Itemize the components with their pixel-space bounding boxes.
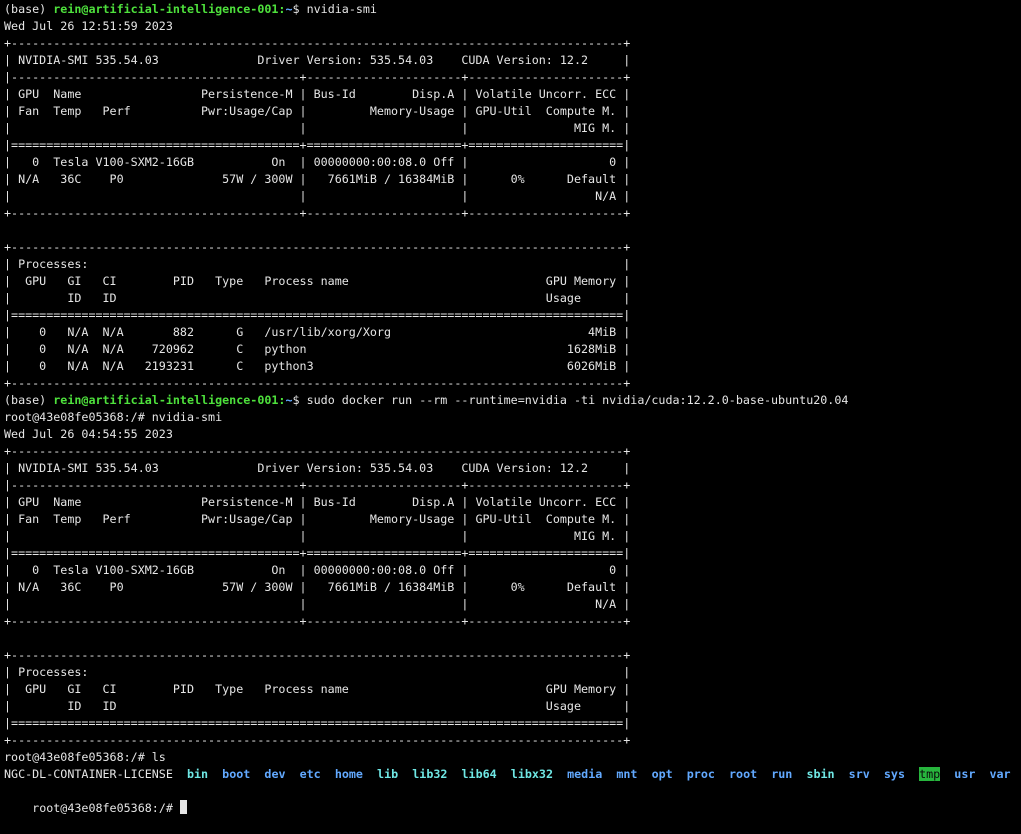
terminal-window[interactable]: (base) rein@artificial-intelligence-001:… <box>0 0 1021 815</box>
ls-entry: home <box>334 767 363 781</box>
ls-entry: opt <box>651 767 673 781</box>
terminal-line: +---------------------------------------… <box>4 444 631 458</box>
terminal-line: | | | MIG M. | <box>4 121 631 135</box>
terminal-line: root@43e08fe05368:/# nvidia-smi <box>4 410 223 424</box>
terminal-line: Wed Jul 26 04:54:55 2023 <box>4 427 173 441</box>
ls-entry: sys <box>883 767 905 781</box>
terminal-line: | GPU Name Persistence-M | Bus-Id Disp.A… <box>4 87 631 101</box>
terminal-output: (base) rein@artificial-intelligence-001:… <box>0 1 1021 766</box>
terminal-line: | GPU GI CI PID Type Process name GPU Me… <box>4 682 631 696</box>
terminal-line: | NVIDIA-SMI 535.54.03 Driver Version: 5… <box>4 461 631 475</box>
terminal-line: | Fan Temp Perf Pwr:Usage/Cap | Memory-U… <box>4 512 631 526</box>
ls-entry: run <box>771 767 793 781</box>
terminal-line: | Processes: | <box>4 665 631 679</box>
ls-output: NGC-DL-CONTAINER-LICENSE bin boot dev et… <box>0 766 1021 783</box>
terminal-line: | 0 Tesla V100-SXM2-16GB On | 00000000:0… <box>4 155 631 169</box>
terminal-line: | Processes: | <box>4 257 631 271</box>
ls-entry: srv <box>848 767 870 781</box>
ls-entry: libx32 <box>510 767 554 781</box>
terminal-line: |=======================================… <box>4 716 631 730</box>
terminal-line: +---------------------------------------… <box>4 240 631 254</box>
terminal-prompt-line[interactable]: root@43e08fe05368:/# <box>0 783 1021 815</box>
terminal-line: | NVIDIA-SMI 535.54.03 Driver Version: 5… <box>4 53 631 67</box>
ls-entry: lib32 <box>412 767 448 781</box>
ls-entry: usr <box>954 767 976 781</box>
terminal-line: (base) rein@artificial-intelligence-001:… <box>4 2 377 16</box>
terminal-line: | GPU Name Persistence-M | Bus-Id Disp.A… <box>4 495 631 509</box>
terminal-line: +---------------------------------------… <box>4 648 631 662</box>
ls-entry: mnt <box>616 767 638 781</box>
prompt-path: ~ <box>285 393 293 407</box>
ls-entry: lib64 <box>461 767 497 781</box>
terminal-line: | GPU GI CI PID Type Process name GPU Me… <box>4 274 631 288</box>
terminal-line: |---------------------------------------… <box>4 478 631 492</box>
terminal-line: +---------------------------------------… <box>4 733 631 747</box>
cursor-icon <box>179 800 187 814</box>
ls-entry: NGC-DL-CONTAINER-LICENSE <box>4 767 173 781</box>
terminal-line: |=======================================… <box>4 308 631 322</box>
terminal-line: +---------------------------------------… <box>4 36 631 50</box>
terminal-line: (base) rein@artificial-intelligence-001:… <box>4 393 849 407</box>
prompt-user-host: rein@artificial-intelligence-001: <box>53 393 286 407</box>
ls-entry: lib <box>377 767 399 781</box>
ls-entry: sbin <box>806 767 835 781</box>
ls-entry: var <box>989 767 1011 781</box>
terminal-line: | N/A 36C P0 57W / 300W | 7661MiB / 1638… <box>4 580 631 594</box>
terminal-line: |=======================================… <box>4 138 631 152</box>
terminal-line: | | | N/A | <box>4 189 631 203</box>
terminal-line: | | | N/A | <box>4 597 631 611</box>
terminal-line: | ID ID Usage | <box>4 291 631 305</box>
terminal-line: +---------------------------------------… <box>4 206 631 220</box>
ls-entry: dev <box>264 767 286 781</box>
terminal-line: Wed Jul 26 12:51:59 2023 <box>4 19 173 33</box>
terminal-line: root@43e08fe05368:/# ls <box>4 750 166 764</box>
terminal-line: | 0 Tesla V100-SXM2-16GB On | 00000000:0… <box>4 563 631 577</box>
terminal-line: | | | MIG M. | <box>4 529 631 543</box>
terminal-line: +---------------------------------------… <box>4 376 631 390</box>
ls-entry: boot <box>222 767 251 781</box>
ls-entry: bin <box>186 767 209 781</box>
terminal-line: | Fan Temp Perf Pwr:Usage/Cap | Memory-U… <box>4 104 631 118</box>
terminal-line: | N/A 36C P0 57W / 300W | 7661MiB / 1638… <box>4 172 631 186</box>
ls-entry: tmp <box>919 767 941 781</box>
terminal-line: | 0 N/A N/A 720962 C python 1628MiB | <box>4 342 631 356</box>
terminal-line: | 0 N/A N/A 882 G /usr/lib/xorg/Xorg 4Mi… <box>4 325 631 339</box>
terminal-line: |=======================================… <box>4 546 631 560</box>
terminal-line: | 0 N/A N/A 2193231 C python3 6026MiB | <box>4 359 631 373</box>
terminal-line: +---------------------------------------… <box>4 614 631 628</box>
ls-entry: etc <box>299 767 321 781</box>
terminal-line: | ID ID Usage | <box>4 699 631 713</box>
ls-entry: proc <box>686 767 715 781</box>
prompt-text: root@43e08fe05368:/# <box>32 801 180 815</box>
ls-entry: root <box>729 767 758 781</box>
terminal-line: |---------------------------------------… <box>4 70 631 84</box>
ls-entry: media <box>567 767 603 781</box>
prompt-user-host: rein@artificial-intelligence-001: <box>53 2 286 16</box>
prompt-path: ~ <box>285 2 293 16</box>
